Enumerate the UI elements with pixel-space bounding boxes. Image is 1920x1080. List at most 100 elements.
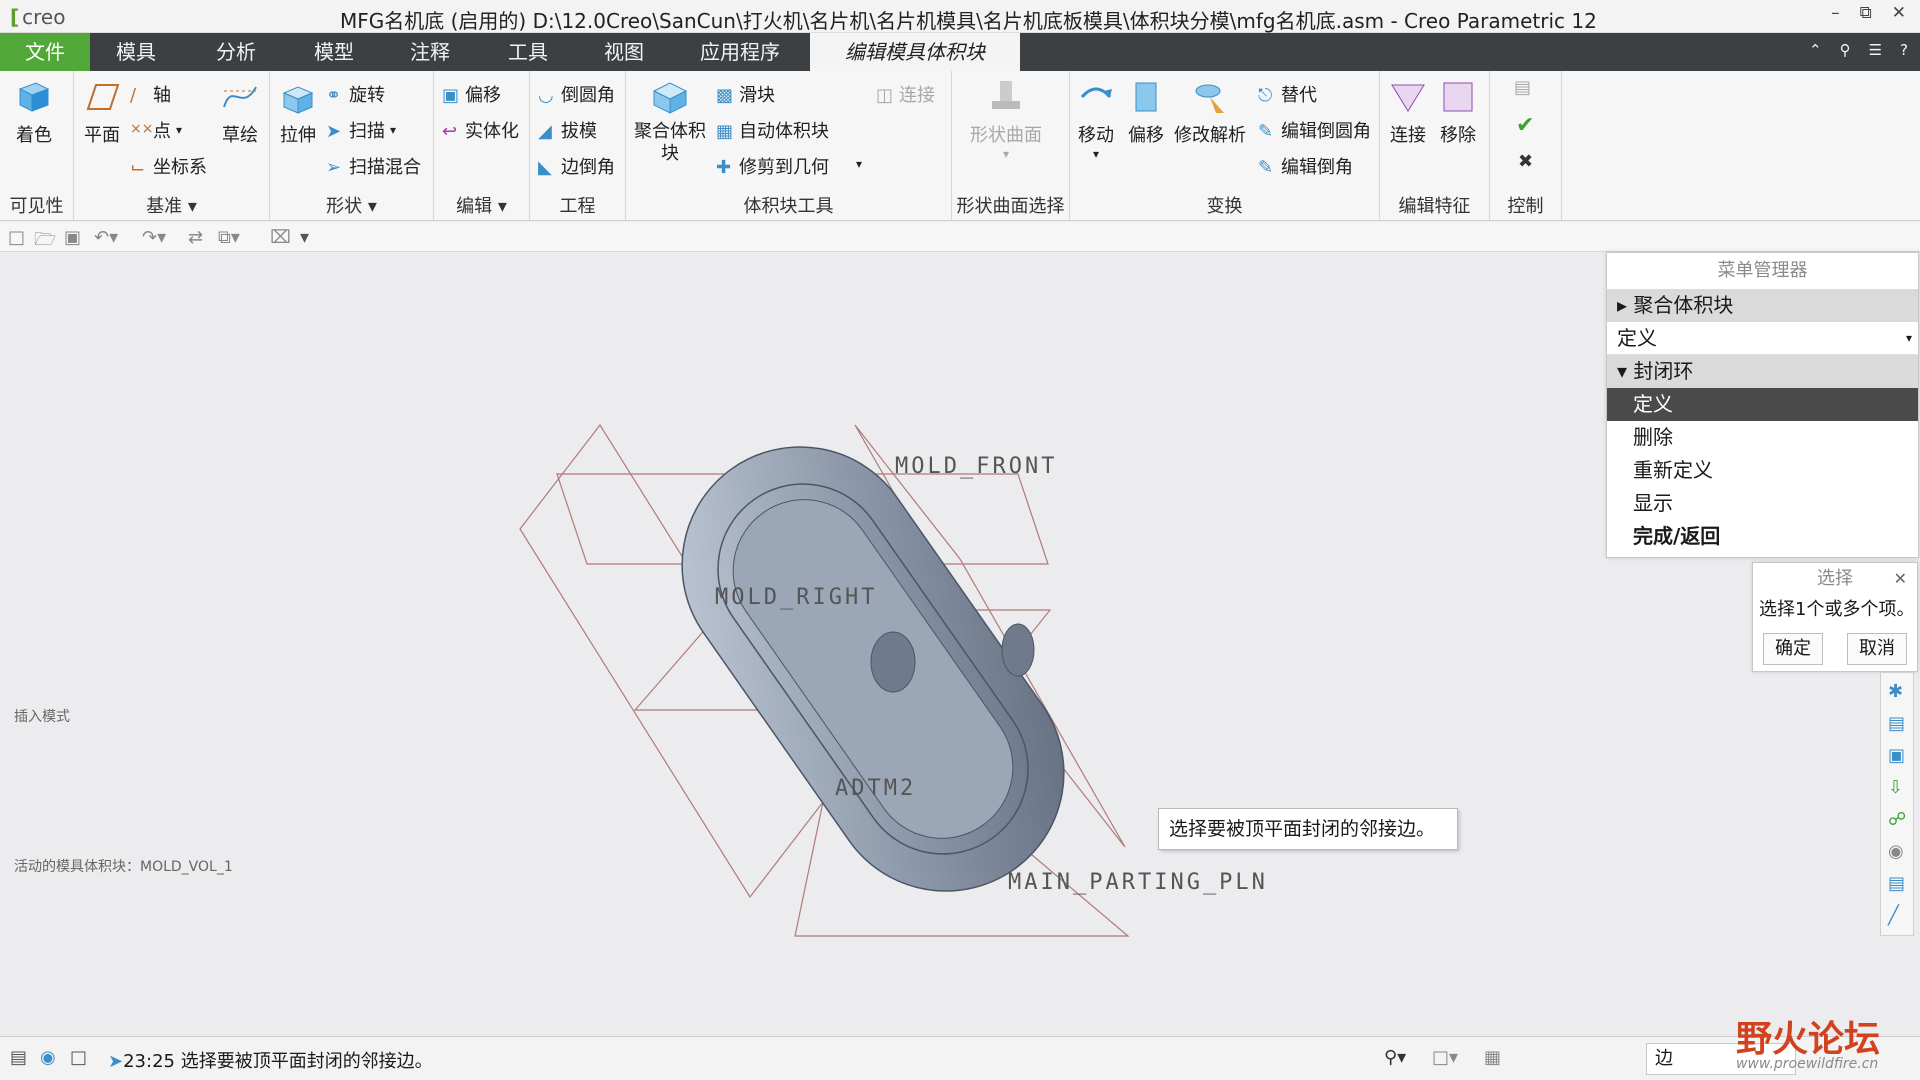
tab-analysis[interactable]: 分析 <box>196 33 276 71</box>
network-icon[interactable]: ☍ <box>1888 809 1908 830</box>
menu-item-show[interactable]: 显示 <box>1607 487 1918 520</box>
tab-mold[interactable]: 模具 <box>96 33 176 71</box>
group-label-editing[interactable]: 编辑 ▾ <box>434 192 529 218</box>
auto-volume-button[interactable]: ▦ 自动体积块 <box>716 117 829 143</box>
download-icon[interactable]: ⇩ <box>1888 777 1908 798</box>
mold-volume-part[interactable] <box>636 401 1110 938</box>
chevron-down-icon: ▾ <box>390 123 397 137</box>
solidify-button[interactable]: ↩ 实体化 <box>442 117 519 143</box>
control-options-button[interactable]: ▤ <box>1514 77 1532 98</box>
close-icon[interactable]: ✕ <box>1892 3 1906 23</box>
plane-button[interactable]: 平面 <box>82 77 122 147</box>
close-window-icon[interactable]: ⌧ <box>270 227 291 248</box>
search-icon[interactable]: ⚲ <box>1840 41 1851 59</box>
slider-icon: ▩ <box>716 85 734 106</box>
group-label-shapes[interactable]: 形状 ▾ <box>270 192 433 218</box>
customize-qat-icon[interactable]: ▾ <box>300 227 320 248</box>
remove-feature-icon <box>1443 82 1473 112</box>
layers-icon[interactable]: ▣ <box>1888 745 1908 766</box>
accept-button[interactable]: ✔ <box>1516 113 1534 138</box>
edit-round-button[interactable]: ✎ 编辑倒圆角 <box>1258 117 1371 143</box>
gather-volume-button[interactable]: 聚合体积块 <box>632 77 708 165</box>
status-bar: ▤ ◉ □ ➤23:25 选择要被顶平面封闭的邻接边。 ⚲▾ □▾ ▦ 边 <box>0 1036 1920 1080</box>
menu-item-delete[interactable]: 删除 <box>1607 421 1918 454</box>
csys-button[interactable]: ⌙ 坐标系 <box>130 153 207 179</box>
slider-button[interactable]: ▩ 滑块 <box>716 81 775 107</box>
windows-icon[interactable]: ⧉▾ <box>218 227 240 248</box>
axis-icon: / <box>130 85 137 106</box>
sweep-button[interactable]: ➤ 扫描 ▾ <box>326 117 396 143</box>
caret-right-icon: ▸ <box>1617 293 1628 317</box>
render-icon[interactable]: ◉ <box>1888 841 1908 862</box>
revolve-button[interactable]: ⚭ 旋转 <box>326 81 385 107</box>
connect-button-disabled[interactable]: ◫ 连接 <box>876 81 935 107</box>
box-select-icon[interactable]: □▾ <box>1432 1047 1458 1068</box>
cancel-button[interactable]: ✖ <box>1518 151 1533 172</box>
tab-annotate[interactable]: 注释 <box>390 33 470 71</box>
fullscreen-icon[interactable]: □ <box>70 1047 87 1068</box>
group-label-datum[interactable]: 基准 ▾ <box>74 192 269 218</box>
collapse-ribbon-icon[interactable]: ⌃ <box>1809 41 1822 59</box>
ok-button[interactable]: 确定 <box>1763 633 1823 665</box>
point-button[interactable]: ×× 点 ▾ <box>130 117 182 143</box>
tab-tools[interactable]: 工具 <box>488 33 568 71</box>
axis-button[interactable]: / 轴 <box>130 81 171 107</box>
sketch-button[interactable]: 草绘 <box>220 77 260 147</box>
help-icon[interactable]: ? <box>1900 41 1908 59</box>
volume-tools-more[interactable]: ▾ <box>856 157 862 171</box>
trim-to-geometry-button[interactable]: ✚ 修剪到几何 <box>716 153 829 179</box>
remove-button[interactable]: 移除 <box>1438 77 1478 147</box>
group-label-edit-feature: 编辑特征 <box>1398 196 1471 217</box>
measure-icon[interactable]: ╱ <box>1888 905 1908 926</box>
connect-button[interactable]: 连接 <box>1388 77 1428 147</box>
edit-chamfer-icon: ✎ <box>1258 157 1274 178</box>
offset-button[interactable]: ▣ 偏移 <box>442 81 501 107</box>
new-file-icon[interactable]: □ <box>8 227 28 248</box>
regenerate-icon[interactable]: ⇄ <box>188 227 208 248</box>
menu-item-redefine[interactable]: 重新定义 <box>1607 454 1918 487</box>
redo-icon[interactable]: ↷▾ <box>142 227 166 248</box>
draft-button[interactable]: ◢ 拔模 <box>538 117 597 143</box>
minimize-icon[interactable]: – <box>1831 3 1840 23</box>
tab-edit-mold-volume[interactable]: 编辑模具体积块 <box>810 33 1020 71</box>
find-icon[interactable]: ⚲▾ <box>1384 1047 1406 1068</box>
cancel-button[interactable]: 取消 <box>1847 633 1907 665</box>
menu-item-done-return[interactable]: 完成/返回 <box>1607 520 1918 553</box>
tab-file[interactable]: 文件 <box>0 33 90 71</box>
swept-blend-button[interactable]: ➢ 扫描混合 <box>326 153 421 179</box>
tab-model[interactable]: 模型 <box>294 33 374 71</box>
close-icon[interactable]: ✕ <box>1894 569 1907 588</box>
window-toggle-icon[interactable]: ▤ <box>10 1047 27 1068</box>
shape-surface-button[interactable]: 形状曲面 ▾ <box>970 77 1042 161</box>
modify-analytic-button[interactable]: 修改解析 <box>1174 77 1246 147</box>
select-options-icon[interactable]: ▦ <box>1484 1047 1501 1068</box>
tab-applications[interactable]: 应用程序 <box>684 33 796 71</box>
group-label-engineering: 工程 <box>559 196 596 217</box>
round-icon: ◡ <box>538 85 554 106</box>
menu-define-dropdown[interactable]: 定义 ▾ <box>1607 322 1918 355</box>
move-button[interactable]: 移动 ▾ <box>1076 77 1116 161</box>
view-icon[interactable]: ▤ <box>1888 873 1908 894</box>
open-file-icon[interactable]: 🗁 <box>34 227 56 250</box>
shade-button[interactable]: 着色 <box>14 77 54 147</box>
chamfer-button[interactable]: ◣ 边倒角 <box>538 153 615 179</box>
browser-icon[interactable]: ◉ <box>40 1047 56 1068</box>
extrude-button[interactable]: 拉伸 <box>278 77 318 147</box>
save-icon[interactable]: ▣ <box>64 227 84 248</box>
offset-transform-button[interactable]: 偏移 <box>1126 77 1166 147</box>
restore-icon[interactable]: ⧉ <box>1860 3 1872 23</box>
tab-view[interactable]: 视图 <box>584 33 664 71</box>
round-button[interactable]: ◡ 倒圆角 <box>538 81 615 107</box>
menu-close-loop[interactable]: ▾ 封闭环 <box>1607 355 1918 388</box>
settings-icon[interactable]: ☰ <box>1869 41 1882 59</box>
tree-icon[interactable]: ▤ <box>1888 713 1908 734</box>
undo-icon[interactable]: ↶▾ <box>94 227 118 248</box>
replace-button[interactable]: ⎋ 替代 <box>1258 81 1317 107</box>
group-label-transform: 变换 <box>1206 196 1243 217</box>
edit-chamfer-button[interactable]: ✎ 编辑倒角 <box>1258 153 1353 179</box>
menu-gather-volume[interactable]: ▸ 聚合体积块 <box>1607 289 1918 322</box>
menu-item-define[interactable]: 定义 <box>1607 388 1918 421</box>
check-icon: ✔ <box>1516 113 1535 138</box>
label-main-parting-pln: MAIN_PARTING_PLN <box>1008 870 1268 895</box>
datum-display-icon[interactable]: ✱ <box>1888 681 1908 702</box>
